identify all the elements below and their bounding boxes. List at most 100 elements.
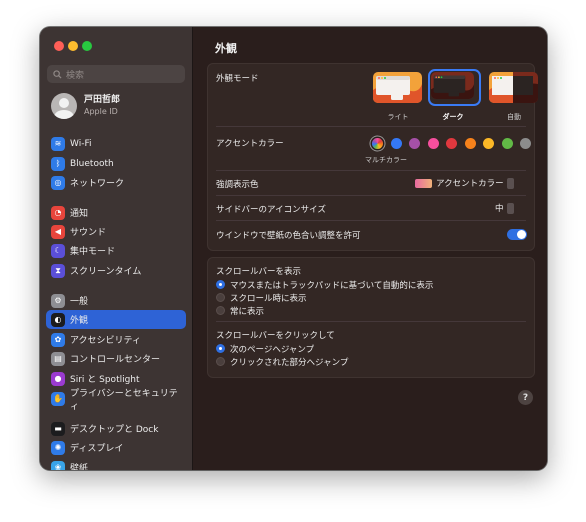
bell-icon: ◔ <box>51 205 65 220</box>
scroll-auto-label: マウスまたはトラックパッドに基づいて自動的に表示 <box>230 281 434 291</box>
sidebar-item[interactable]: ✺ ディスプレイ <box>46 438 186 457</box>
scroll-when-scrolling-radio[interactable] <box>216 293 225 302</box>
wallpaper-icon: ❀ <box>51 460 65 470</box>
highlight-swatch <box>415 178 432 188</box>
accent-color-swatch[interactable] <box>483 138 494 149</box>
accessibility-icon: ✿ <box>51 332 65 347</box>
sun-icon: ✺ <box>51 440 65 455</box>
divider <box>216 220 526 221</box>
scroll-auto-radio[interactable] <box>216 280 225 289</box>
sidebar-item[interactable]: ⧗ スクリーンタイム <box>46 261 186 280</box>
chevron-updown-icon <box>506 177 514 189</box>
appearance-icon: ◐ <box>51 312 65 327</box>
sidebar-item-label: 外観 <box>70 316 89 326</box>
accent-color-caption: マルチカラー <box>365 156 407 164</box>
accent-color-swatch[interactable] <box>409 138 420 149</box>
appearance-panel: 外観モード ライト ダーク 自動 アクセントカラー マルチカラー 強調表示色 ア <box>207 63 538 251</box>
sidebar-item[interactable]: ▤ コントロールセンター <box>46 349 186 368</box>
settings-window: 検索 戸田哲郎 Apple ID ≋ Wi-Fi ᛒ Bluetooth ◎ ネットワーク… <box>40 27 547 470</box>
sidebar-item-label: サウンド <box>70 228 107 238</box>
accent-color-swatch[interactable] <box>427 138 439 149</box>
sidebar-item[interactable]: ☾ 集中モード <box>46 241 186 260</box>
sidebar-item-label: 通知 <box>70 209 89 219</box>
highlight-color-popup[interactable]: アクセントカラー <box>415 177 514 189</box>
accent-color-swatch[interactable] <box>501 138 513 149</box>
sidebar-item-label: ネットワーク <box>70 179 125 189</box>
accent-color-swatch[interactable] <box>520 138 531 149</box>
jump-clicked-spot-label: クリックされた部分へジャンプ <box>230 358 349 368</box>
sidebar-item[interactable]: ▬ デスクトップと Dock <box>46 419 186 438</box>
click-scrollbar-label: スクロールバーをクリックして <box>216 331 335 341</box>
sidebar-item-label: プライバシーとセキュリティ <box>69 388 178 412</box>
minimize-button[interactable] <box>68 41 78 51</box>
appearance-auto-option[interactable] <box>489 72 538 103</box>
sidebar-icon-size-popup[interactable]: 中 <box>495 202 514 214</box>
accent-color-swatch[interactable] <box>390 138 402 149</box>
jump-next-page-radio[interactable] <box>216 344 225 353</box>
accent-color-label: アクセントカラー <box>216 139 284 149</box>
sidebar-item[interactable]: ◀ サウンド <box>46 222 186 241</box>
sidebar-item[interactable]: ◔ 通知 <box>46 203 186 222</box>
page-title: 外観 <box>215 42 237 55</box>
wallpaper-tinting-label: ウインドウで壁紙の色合い調整を許可 <box>216 231 361 241</box>
avatar <box>51 93 77 119</box>
divider <box>216 195 526 196</box>
sidebar-item[interactable]: ⚙ 一般 <box>46 291 186 310</box>
accent-color-swatch[interactable] <box>372 138 383 149</box>
help-button[interactable]: ? <box>518 390 533 405</box>
scroll-when-scrolling-label: スクロール時に表示 <box>230 294 307 304</box>
gear-icon: ⚙ <box>51 293 65 308</box>
sidebar-item[interactable]: ◎ ネットワーク <box>46 173 186 192</box>
zoom-button[interactable] <box>82 41 92 51</box>
appearance-light-option[interactable] <box>373 72 422 103</box>
speaker-icon: ◀ <box>51 224 65 239</box>
main-pane: 外観 外観モード ライト ダーク 自動 アクセントカラー マルチカラー 強調表示… <box>193 27 547 470</box>
jump-next-page-label: 次のページへジャンプ <box>230 345 315 355</box>
sidebar-item-label: Wi-Fi <box>70 138 92 149</box>
control-center-icon: ▤ <box>51 351 65 366</box>
jump-clicked-spot-radio[interactable] <box>216 357 225 366</box>
divider <box>216 321 526 322</box>
wallpaper-tinting-toggle[interactable] <box>507 229 527 240</box>
sidebar-item[interactable]: ✿ アクセシビリティ <box>46 330 186 349</box>
bluetooth-icon: ᛒ <box>51 156 65 171</box>
appearance-dark-option[interactable] <box>431 72 474 99</box>
siri-icon: ● <box>51 371 65 386</box>
user-name: 戸田哲郎 <box>84 95 121 105</box>
appearance-light-label: ライト <box>387 113 409 121</box>
sidebar-item[interactable]: ◐ 外観 <box>46 310 186 329</box>
sidebar-item-label: コントロールセンター <box>70 355 161 365</box>
show-scrollbars-label: スクロールバーを表示 <box>216 267 302 277</box>
sidebar-item-label: 一般 <box>70 297 89 307</box>
sidebar-icon-size-label: サイドバーのアイコンサイズ <box>216 205 326 215</box>
sidebar-item-label: ディスプレイ <box>70 444 124 454</box>
appearance-auto-label: 自動 <box>507 113 521 121</box>
sidebar-item-label: アクセシビリティ <box>70 336 142 346</box>
sidebar-item-label: 集中モード <box>70 247 116 257</box>
scroll-always-label: 常に表示 <box>230 307 265 317</box>
divider <box>216 170 526 171</box>
chevron-updown-icon <box>506 202 514 214</box>
sidebar-item-label: デスクトップと Dock <box>70 425 159 435</box>
hourglass-icon: ⧗ <box>51 263 65 278</box>
accent-color-swatch[interactable] <box>464 138 476 149</box>
sidebar-item[interactable]: ≋ Wi-Fi <box>46 134 186 153</box>
apple-id-account[interactable]: 戸田哲郎 Apple ID <box>51 93 120 119</box>
scroll-always-radio[interactable] <box>216 306 225 315</box>
sidebar-item[interactable]: ᛒ Bluetooth <box>46 154 186 173</box>
sidebar-item[interactable]: ❀ 壁紙 <box>46 458 186 470</box>
search-input[interactable]: 検索 <box>47 65 185 83</box>
dock-icon: ▬ <box>51 421 65 436</box>
scrollbar-panel: スクロールバーを表示 マウスまたはトラックパッドに基づいて自動的に表示 スクロー… <box>207 257 535 378</box>
sidebar-item-label: スクリーンタイム <box>70 267 142 277</box>
sidebar: 検索 戸田哲郎 Apple ID ≋ Wi-Fi ᛒ Bluetooth ◎ ネットワーク… <box>40 27 193 470</box>
close-button[interactable] <box>54 41 64 51</box>
sidebar-item-label: Bluetooth <box>70 158 114 169</box>
sidebar-item-label: Siri と Spotlight <box>70 375 140 385</box>
appearance-dark-label: ダーク <box>442 113 464 121</box>
wifi-icon: ≋ <box>51 136 65 151</box>
sidebar-item[interactable]: ✋ プライバシーとセキュリティ <box>46 389 186 412</box>
divider <box>216 126 526 127</box>
accent-color-swatch[interactable] <box>446 138 457 149</box>
sidebar-icon-size-value: 中 <box>495 204 504 214</box>
